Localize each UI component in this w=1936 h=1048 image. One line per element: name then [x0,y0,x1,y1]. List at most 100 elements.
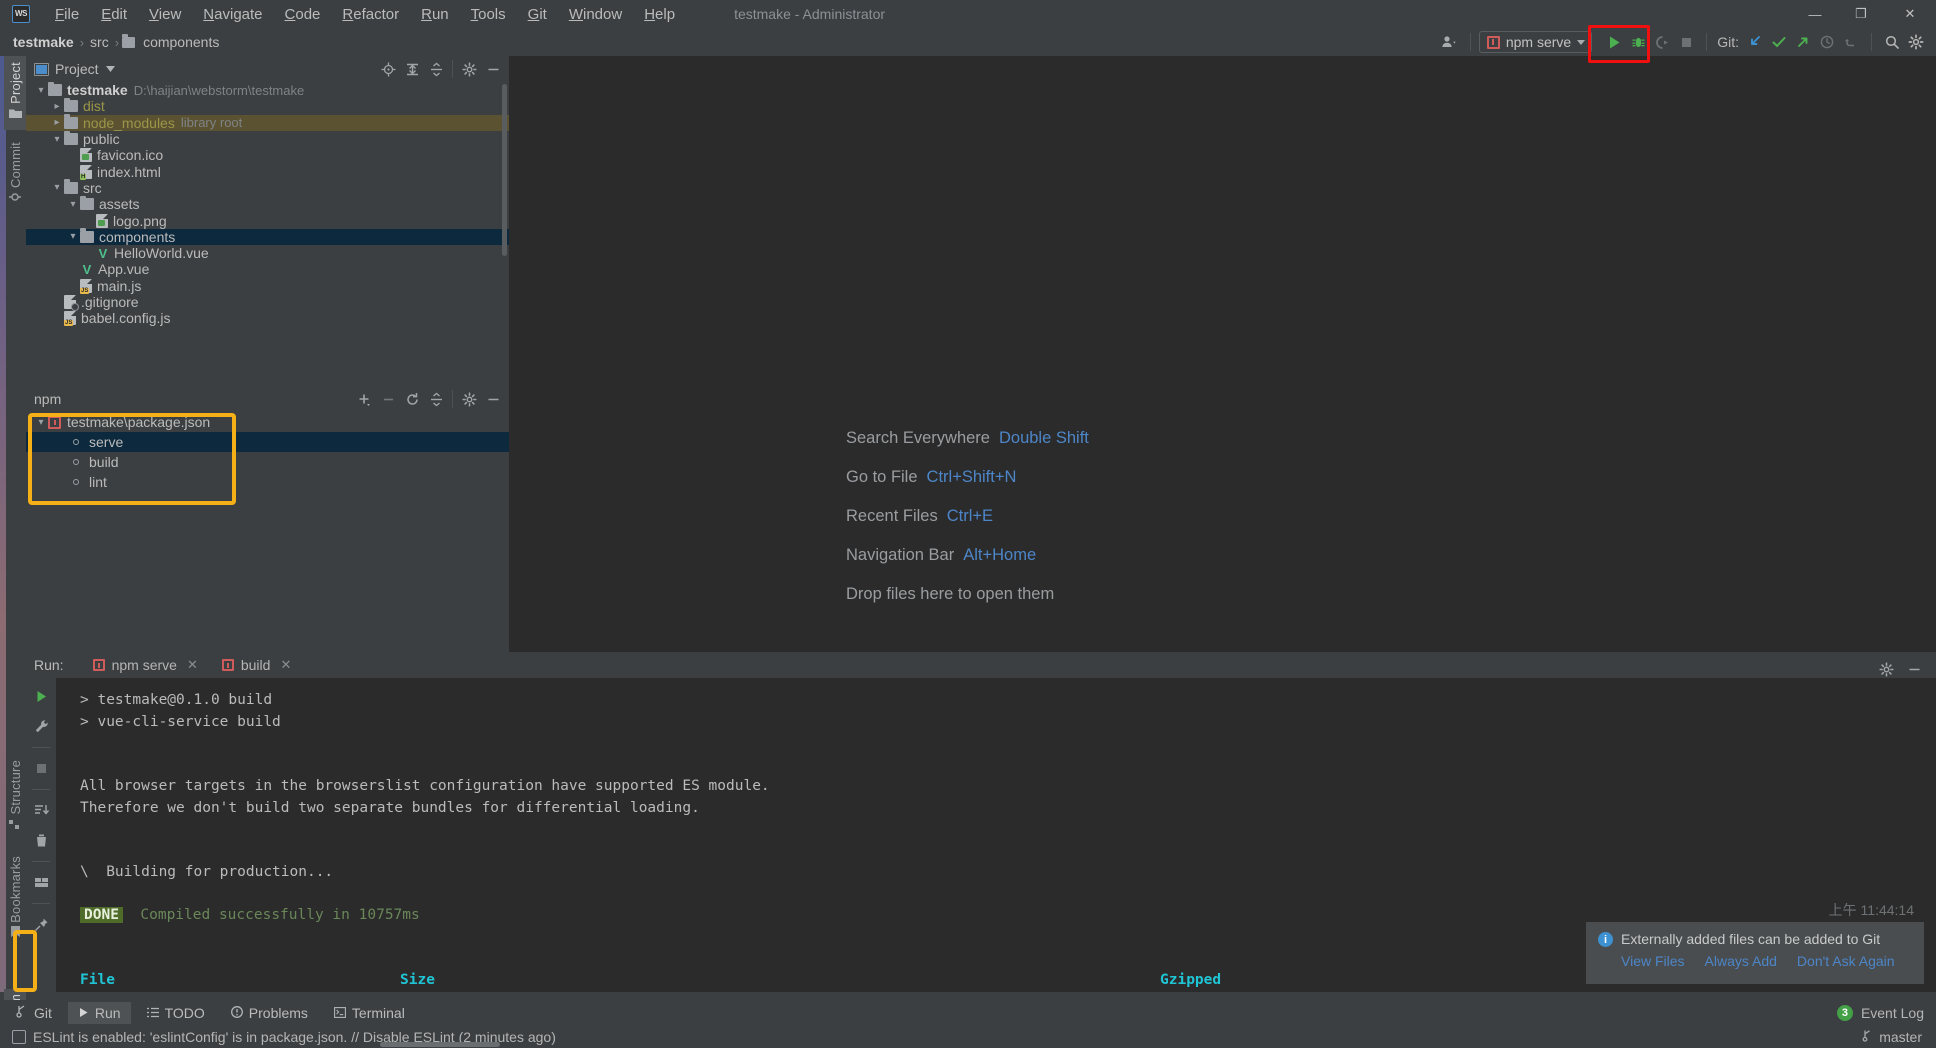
hide-panel-icon[interactable] [1902,658,1926,680]
tree-node[interactable]: ▾ components [26,228,509,245]
run-configuration-selector[interactable]: npm serve [1478,31,1593,53]
sidebar-item-project[interactable]: Project [4,56,26,130]
hide-panel-icon[interactable] [481,58,505,80]
npm-tree-node[interactable]: lint [26,472,509,492]
breadcrumb[interactable]: testmake › src › components [10,33,222,50]
tree-node[interactable]: ▾ public [26,130,509,147]
locate-file-icon[interactable] [376,58,400,80]
menu-edit[interactable]: Edit [90,4,138,25]
chevron-down-icon[interactable]: ▾ [50,134,64,145]
tree-node[interactable]: ▾ assets [26,195,509,212]
status-tab-git[interactable]: Git [6,1002,62,1024]
breadcrumb-item-testmake[interactable]: testmake [10,34,77,50]
npm-tree-node[interactable]: ▾ testmake\package.json [26,412,509,432]
tree-node[interactable]: logo.png [26,212,509,229]
menu-navigate[interactable]: Navigate [192,4,273,25]
status-tab-problems[interactable]: Problems [221,1002,318,1024]
editor-empty-area[interactable]: Search Everywhere Double Shift Go to File C… [509,56,1936,652]
menu-code[interactable]: Code [274,4,332,25]
tree-node[interactable]: favicon.ico [26,147,509,163]
hide-panel-icon[interactable] [481,388,505,410]
chevron-down-icon[interactable]: ▾ [66,199,80,210]
notification-actions[interactable]: View Files Always Add Don't Ask Again [1621,953,1912,969]
npm-scripts-tree[interactable]: ▾ testmake\package.json serve build lint [26,412,509,492]
git-notification-popup[interactable]: i Externally added files can be added to… [1586,922,1924,984]
debug-icon[interactable] [1626,30,1650,54]
horizontal-scrollbar[interactable] [380,1042,500,1047]
menu-git[interactable]: Git [517,4,558,25]
collapse-all-icon[interactable] [424,58,448,80]
gear-icon[interactable] [1874,658,1898,680]
tree-node[interactable]: JS main.js [26,278,509,294]
chevron-down-icon[interactable] [1577,39,1586,45]
close-icon[interactable]: ✕ [187,657,198,673]
menu-help[interactable]: Help [633,4,686,25]
sidebar-item-bookmarks[interactable]: Bookmarks [4,852,26,952]
notification-link-0[interactable]: View Files [1621,953,1685,969]
event-log-label[interactable]: Event Log [1861,1005,1924,1021]
pin-icon[interactable] [29,912,53,936]
close-icon[interactable]: ✕ [280,657,291,673]
settings-gear-icon[interactable] [1904,30,1928,54]
trash-icon[interactable] [29,828,53,852]
status-bar-branch[interactable]: master [1862,1029,1922,1045]
tree-node[interactable]: ▸ node_modules library root [26,114,509,131]
gear-icon[interactable] [457,388,481,410]
notification-link-2[interactable]: Don't Ask Again [1797,953,1895,969]
tree-node[interactable]: .gitignore [26,294,509,311]
notification-link-1[interactable]: Always Add [1705,953,1777,969]
sidebar-item-structure[interactable]: Structure [4,756,26,844]
menu-run[interactable]: Run [410,4,460,25]
maximize-icon[interactable]: ❐ [1838,0,1884,28]
git-update-icon[interactable] [1743,30,1767,54]
reload-icon[interactable] [400,388,424,410]
menu-bar[interactable]: File Edit View Navigate Code Refactor Run Tools… [44,4,686,25]
search-icon[interactable] [1880,30,1904,54]
project-panel-chevron-down-icon[interactable] [99,58,123,80]
git-commit-icon[interactable] [1767,30,1791,54]
status-tab-todo[interactable]: TODO [137,1002,215,1024]
menu-refactor[interactable]: Refactor [331,4,410,25]
menu-view[interactable]: View [138,4,192,25]
tree-node[interactable]: Hindex.html [26,163,509,180]
run-icon[interactable] [1602,30,1626,54]
add-icon[interactable] [352,388,376,410]
npm-tree-node[interactable]: build [26,452,509,472]
layout-icon[interactable] [29,870,53,894]
scroll-to-end-icon[interactable] [29,798,53,822]
project-file-tree[interactable]: ▾ testmake D:\haijian\webstorm\testmake ▸ di… [26,82,509,386]
menu-window[interactable]: Window [558,4,633,25]
status-tab-terminal[interactable]: Terminal [324,1002,415,1024]
project-tree-scrollbar[interactable] [502,84,507,256]
collapse-all-icon[interactable] [424,388,448,410]
user-avatar-icon[interactable] [1438,30,1462,54]
tree-node[interactable]: JS babel.config.js [26,310,509,327]
tree-node[interactable]: ▾ src [26,179,509,196]
breadcrumb-item-components[interactable]: components [122,33,222,50]
close-icon[interactable]: ✕ [1884,0,1936,28]
rerun-icon[interactable] [29,684,53,708]
tree-node[interactable]: ▾ testmake D:\haijian\webstorm\testmake [26,82,509,98]
chevron-down-icon[interactable]: ▾ [34,417,48,428]
menu-file[interactable]: File [44,4,90,25]
tree-node[interactable]: ▸ dist [26,97,509,114]
chevron-right-icon[interactable]: ▸ [50,101,64,112]
sidebar-item-commit[interactable]: Commit [4,136,26,212]
git-push-icon[interactable] [1791,30,1815,54]
minimize-icon[interactable]: — [1792,0,1838,28]
npm-tree-node[interactable]: serve [26,432,509,452]
breadcrumb-item-src[interactable]: src [87,34,112,50]
expand-all-icon[interactable] [400,58,424,80]
chevron-down-icon[interactable]: ▾ [34,85,48,96]
menu-tools[interactable]: Tools [460,4,517,25]
chevron-down-icon[interactable]: ▾ [66,231,80,242]
chevron-down-icon[interactable]: ▾ [50,182,64,193]
tree-node[interactable]: V App.vue [26,261,509,277]
wrench-icon[interactable] [29,714,53,738]
window-controls[interactable]: — ❐ ✕ [1792,0,1936,28]
tree-node[interactable]: V HelloWorld.vue [26,245,509,261]
chevron-right-icon[interactable]: ▸ [50,117,64,128]
run-tab-npm-serve[interactable]: npm serve ✕ [86,654,205,676]
status-tab-run[interactable]: Run [67,1001,131,1024]
run-tab-build[interactable]: build ✕ [214,654,299,680]
